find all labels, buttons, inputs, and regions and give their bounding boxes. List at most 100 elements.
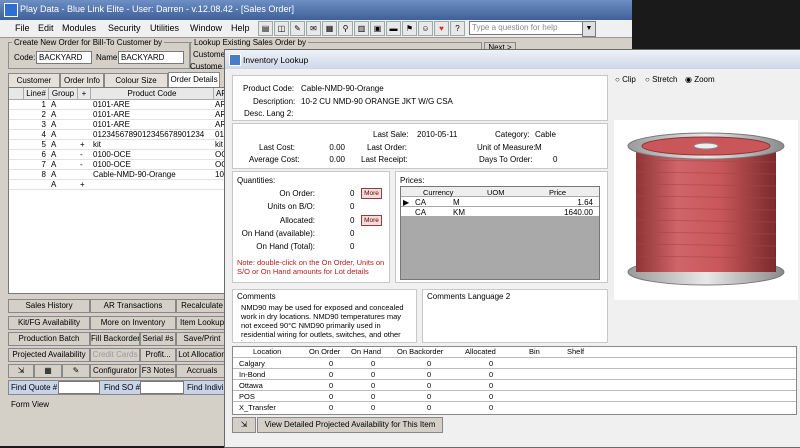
kit-fg-availability-button[interactable]: Kit/FG Availability — [8, 316, 90, 330]
more-on-inventory-button[interactable]: More on Inventory — [90, 316, 176, 330]
radio-zoom-label: Zoom — [694, 75, 715, 84]
find-so-input[interactable] — [140, 381, 184, 394]
code-combo[interactable]: BACKYARD — [36, 51, 92, 64]
location-row[interactable]: X_Transfer 0 0 0 0 — [233, 401, 796, 413]
grid-header-product-code[interactable]: Product Code — [91, 88, 214, 100]
grid-cell-product-code: 0101-ARE — [93, 120, 130, 129]
radio-clip-label: Clip — [622, 75, 636, 84]
price-row[interactable]: ▶ CA M 1.64 — [401, 197, 599, 207]
name-combo[interactable]: BACKYARD — [118, 51, 184, 64]
lot-allocation-button[interactable]: Lot Allocation — [176, 348, 228, 362]
fill-backorders-button[interactable]: Fill Backorders — [90, 332, 140, 346]
table-row[interactable]: 6 A -0100-OCE OC — [9, 150, 229, 160]
grid-cell-plus: - — [80, 150, 83, 159]
grid-header-plus[interactable]: + — [78, 88, 91, 100]
profit-button[interactable]: Profit... — [140, 348, 176, 362]
tools-icon[interactable]: ✎ — [290, 21, 305, 36]
quick-search-input[interactable]: Type a question for help — [469, 21, 583, 35]
description-value: 10-2 CU NMD-90 ORANGE JKT W/G CSA — [301, 97, 453, 106]
print-icon[interactable]: ▤ — [258, 21, 273, 36]
units-bo-value[interactable]: 0 — [350, 202, 354, 211]
on-hand-total-label: On Hand (Total): — [256, 242, 315, 251]
table-row[interactable]: 3 A 0101-ARE AR — [9, 120, 229, 130]
table-row[interactable]: 4 A 0123456789012345678901234 01 — [9, 130, 229, 140]
tab-customer-info[interactable]: Customer Info — [8, 73, 60, 98]
on-hand-available-value[interactable]: 0 — [350, 229, 354, 238]
view-projected-availability-button[interactable]: View Detailed Projected Availability for… — [257, 417, 443, 433]
menu-security[interactable]: Security — [108, 23, 141, 33]
f3-notes-button[interactable]: F3 Notes — [140, 364, 176, 378]
cable-spool-image — [627, 132, 785, 286]
find-quote-label: Find Quote # — [11, 383, 58, 392]
loc-header-on-backorder: On Backorder — [397, 347, 444, 356]
radio-clip[interactable]: ○ Clip — [615, 75, 636, 84]
calculator-icon[interactable]: ▥ — [354, 21, 369, 36]
grid-header-group[interactable]: Group — [49, 88, 78, 100]
tools-small-icon[interactable]: ✎ — [62, 364, 90, 378]
ar-transactions-button[interactable]: AR Transactions — [90, 299, 176, 313]
on-hand-total-value[interactable]: 0 — [350, 242, 354, 251]
on-order-more-button[interactable]: More — [361, 188, 382, 199]
comments-panel: Comments NMD90 may be used for exposed a… — [232, 289, 417, 343]
accruals-button[interactable]: Accruals — [176, 364, 228, 378]
price-uom: M — [453, 198, 460, 207]
production-batch-button[interactable]: Production Batch — [8, 332, 90, 346]
report-icon[interactable]: ▣ — [370, 21, 385, 36]
location-grid[interactable]: Location On Order On Hand On Backorder A… — [232, 346, 797, 415]
export-icon[interactable]: ⇲ — [232, 417, 256, 433]
comments-text[interactable]: NMD90 may be used for exposed and concea… — [241, 303, 411, 341]
form-view-label: Form View — [11, 400, 50, 409]
grid-header-line[interactable]: Line# — [24, 88, 49, 100]
serial-numbers-button[interactable]: Serial #s — [140, 332, 176, 346]
on-hand-available-label: On Hand (available): — [241, 229, 315, 238]
flag-icon[interactable]: ⚑ — [402, 21, 417, 36]
grid-cell-line: 6 — [41, 150, 46, 159]
tab-order-details[interactable]: Order Details — [168, 72, 220, 87]
grid-cell-product-code: Cable-NMD-90-Orange — [93, 170, 176, 179]
notes-icon[interactable]: ✉ — [306, 21, 321, 36]
configurator-button[interactable]: Configurator — [90, 364, 140, 378]
recalculate-button[interactable]: Recalculate — [176, 299, 228, 313]
search-icon[interactable]: ⚲ — [338, 21, 353, 36]
save-print-button[interactable]: Save/Print — [176, 332, 228, 346]
export-icon[interactable]: ⇲ — [8, 364, 34, 378]
projected-availability-button[interactable]: Projected Availability — [8, 348, 90, 362]
table-row[interactable]: 5 A + kit kit — [9, 140, 229, 150]
order-lines-grid[interactable]: Line# Group + Product Code AR 1 A 0101-ARE… — [8, 87, 230, 294]
grid-cell-product-code: 0100-OCE — [93, 150, 131, 159]
table-row[interactable]: A + — [9, 180, 229, 190]
calculator-small-icon[interactable]: ▦ — [34, 364, 62, 378]
credit-cards-button[interactable]: Credit Cards — [90, 348, 140, 362]
chevron-down-icon[interactable]: ▼ — [582, 21, 596, 37]
tab-colour-size-matrix[interactable]: Colour Size Matrix — [104, 73, 168, 98]
find-quote-input[interactable] — [58, 381, 100, 394]
item-lookup-button[interactable]: Item Lookup — [176, 316, 228, 330]
prices-grid[interactable]: Currency UOM Price ▶ CA M 1.64 CA KM 164… — [400, 186, 600, 280]
menu-window[interactable]: Window — [190, 23, 222, 33]
menu-edit[interactable]: Edit — [38, 23, 54, 33]
table-row[interactable]: 7 A -0100-OCE OC — [9, 160, 229, 170]
heart-icon[interactable]: ♥ — [434, 21, 449, 36]
price-row[interactable]: CA KM 1640.00 — [401, 207, 599, 217]
on-order-value[interactable]: 0 — [350, 189, 354, 198]
radio-stretch[interactable]: ○ Stretch — [645, 75, 677, 84]
sales-history-button[interactable]: Sales History — [8, 299, 90, 313]
allocated-value[interactable]: 0 — [350, 216, 354, 225]
menu-modules[interactable]: Modules — [62, 23, 96, 33]
table-row[interactable]: 8 A Cable-NMD-90-Orange 10- — [9, 170, 229, 180]
menu-file[interactable]: File — [15, 23, 30, 33]
tab-order-info[interactable]: Order Info — [60, 73, 104, 87]
menu-utilities[interactable]: Utilities — [150, 23, 179, 33]
help-icon[interactable]: ? — [450, 21, 465, 36]
row-pointer-icon: ▶ — [403, 198, 410, 207]
person-icon[interactable]: ☺ — [418, 21, 433, 36]
radio-zoom[interactable]: ◉ Zoom — [685, 75, 715, 84]
allocated-more-button[interactable]: More — [361, 215, 382, 226]
loc-header-location: Location — [253, 347, 282, 356]
chart-icon[interactable]: ▬ — [386, 21, 401, 36]
menu-help[interactable]: Help — [231, 23, 250, 33]
table-row[interactable]: 2 A 0101-ARE AR — [9, 110, 229, 120]
table-row[interactable]: 1 A 0101-ARE AR — [9, 100, 229, 110]
calendar-icon[interactable]: ▦ — [322, 21, 337, 36]
preview-icon[interactable]: ◫ — [274, 21, 289, 36]
